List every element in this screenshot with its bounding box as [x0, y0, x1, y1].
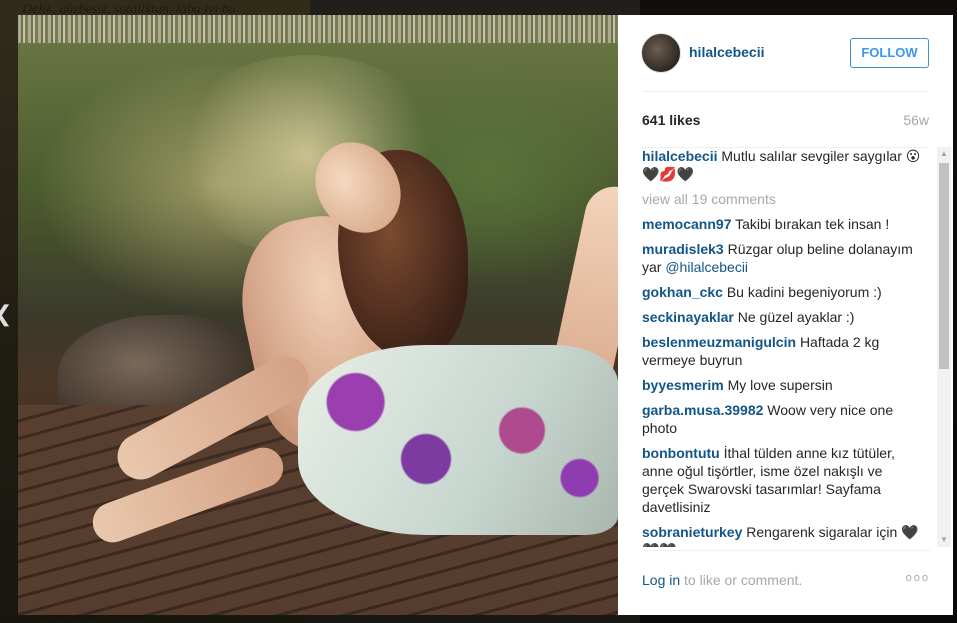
comment-item: bonbontutu İthal tülden anne kız tütüler… — [642, 444, 920, 516]
more-options-icon[interactable]: ooo — [906, 572, 930, 584]
comment-item: gokhan_ckc Bu kadini begeniyorum :) — [642, 283, 920, 301]
scrollbar-thumb[interactable] — [939, 163, 949, 369]
caption: hilalcebecii Mutlu salılar sevgiler sayg… — [642, 147, 920, 183]
comment-username[interactable]: beslenmeuzmanigulcin — [642, 334, 796, 350]
comment-username[interactable]: muradislek3 — [642, 241, 724, 257]
post-stats: 641 likes 56w — [642, 112, 929, 148]
avatar[interactable] — [641, 33, 681, 73]
comment-username[interactable]: bonbontutu — [642, 445, 720, 461]
comments-section[interactable]: hilalcebecii Mutlu salılar sevgiler sayg… — [642, 147, 920, 547]
comment-list: hilalcebecii Mutlu salılar sevgiler sayg… — [642, 147, 920, 547]
login-prompt: Log in to like or comment. — [642, 572, 802, 588]
scroll-up-arrow-icon[interactable]: ▲ — [937, 147, 951, 161]
comment-username[interactable]: byyesmerim — [642, 377, 724, 393]
comment-username[interactable]: garba.musa.39982 — [642, 402, 763, 418]
login-link[interactable]: Log in — [642, 572, 680, 588]
comment-item: garba.musa.39982 Woow very nice one phot… — [642, 401, 920, 437]
comment-item: memocann97 Takibi bırakan tek insan ! — [642, 215, 920, 233]
chevron-left-icon[interactable]: ❮ — [0, 300, 12, 328]
comments-scrollbar[interactable]: ▲ ▼ — [937, 147, 951, 547]
comment-item: seckinayaklar Ne güzel ayaklar :) — [642, 308, 920, 326]
likes-count[interactable]: 641 likes — [642, 112, 700, 128]
follow-button[interactable]: FOLLOW — [850, 38, 929, 68]
comment-text: Bu kadini begeniyorum :) — [726, 284, 882, 300]
photo-artifact-strip — [18, 15, 618, 43]
comment-username[interactable]: sobranieturkey — [642, 524, 742, 540]
comment-item: sobranieturkey Rengarenk sigaralar için … — [642, 523, 920, 547]
comment-item: byyesmerim My love supersin — [642, 376, 920, 394]
view-all-comments-link[interactable]: view all 19 comments — [642, 190, 920, 208]
post-age[interactable]: 56w — [903, 112, 929, 128]
post-photo[interactable] — [18, 15, 618, 615]
post-header: hilalcebecii FOLLOW — [641, 33, 929, 92]
login-prompt-text: to like or comment. — [680, 572, 803, 588]
comment-username[interactable]: memocann97 — [642, 216, 731, 232]
comment-mention-link[interactable]: @hilalcebecii — [665, 259, 748, 275]
comment-username[interactable]: seckinayaklar — [642, 309, 734, 325]
comment-username[interactable]: gokhan_ckc — [642, 284, 723, 300]
caption-username[interactable]: hilalcebecii — [642, 148, 717, 164]
scroll-down-arrow-icon[interactable]: ▼ — [937, 533, 951, 547]
comment-item: beslenmeuzmanigulcin Haftada 2 kg vermey… — [642, 333, 920, 369]
comment-text: Ne güzel ayaklar :) — [737, 309, 855, 325]
photo-dress — [298, 345, 618, 535]
comment-text: Takibi bırakan tek insan ! — [735, 216, 890, 232]
post-username[interactable]: hilalcebecii — [689, 44, 764, 60]
comment-item: muradislek3 Rüzgar olup beline dolanayım… — [642, 240, 920, 276]
comment-text: My love supersin — [727, 377, 833, 393]
post-footer: Log in to like or comment. ooo — [642, 550, 930, 616]
